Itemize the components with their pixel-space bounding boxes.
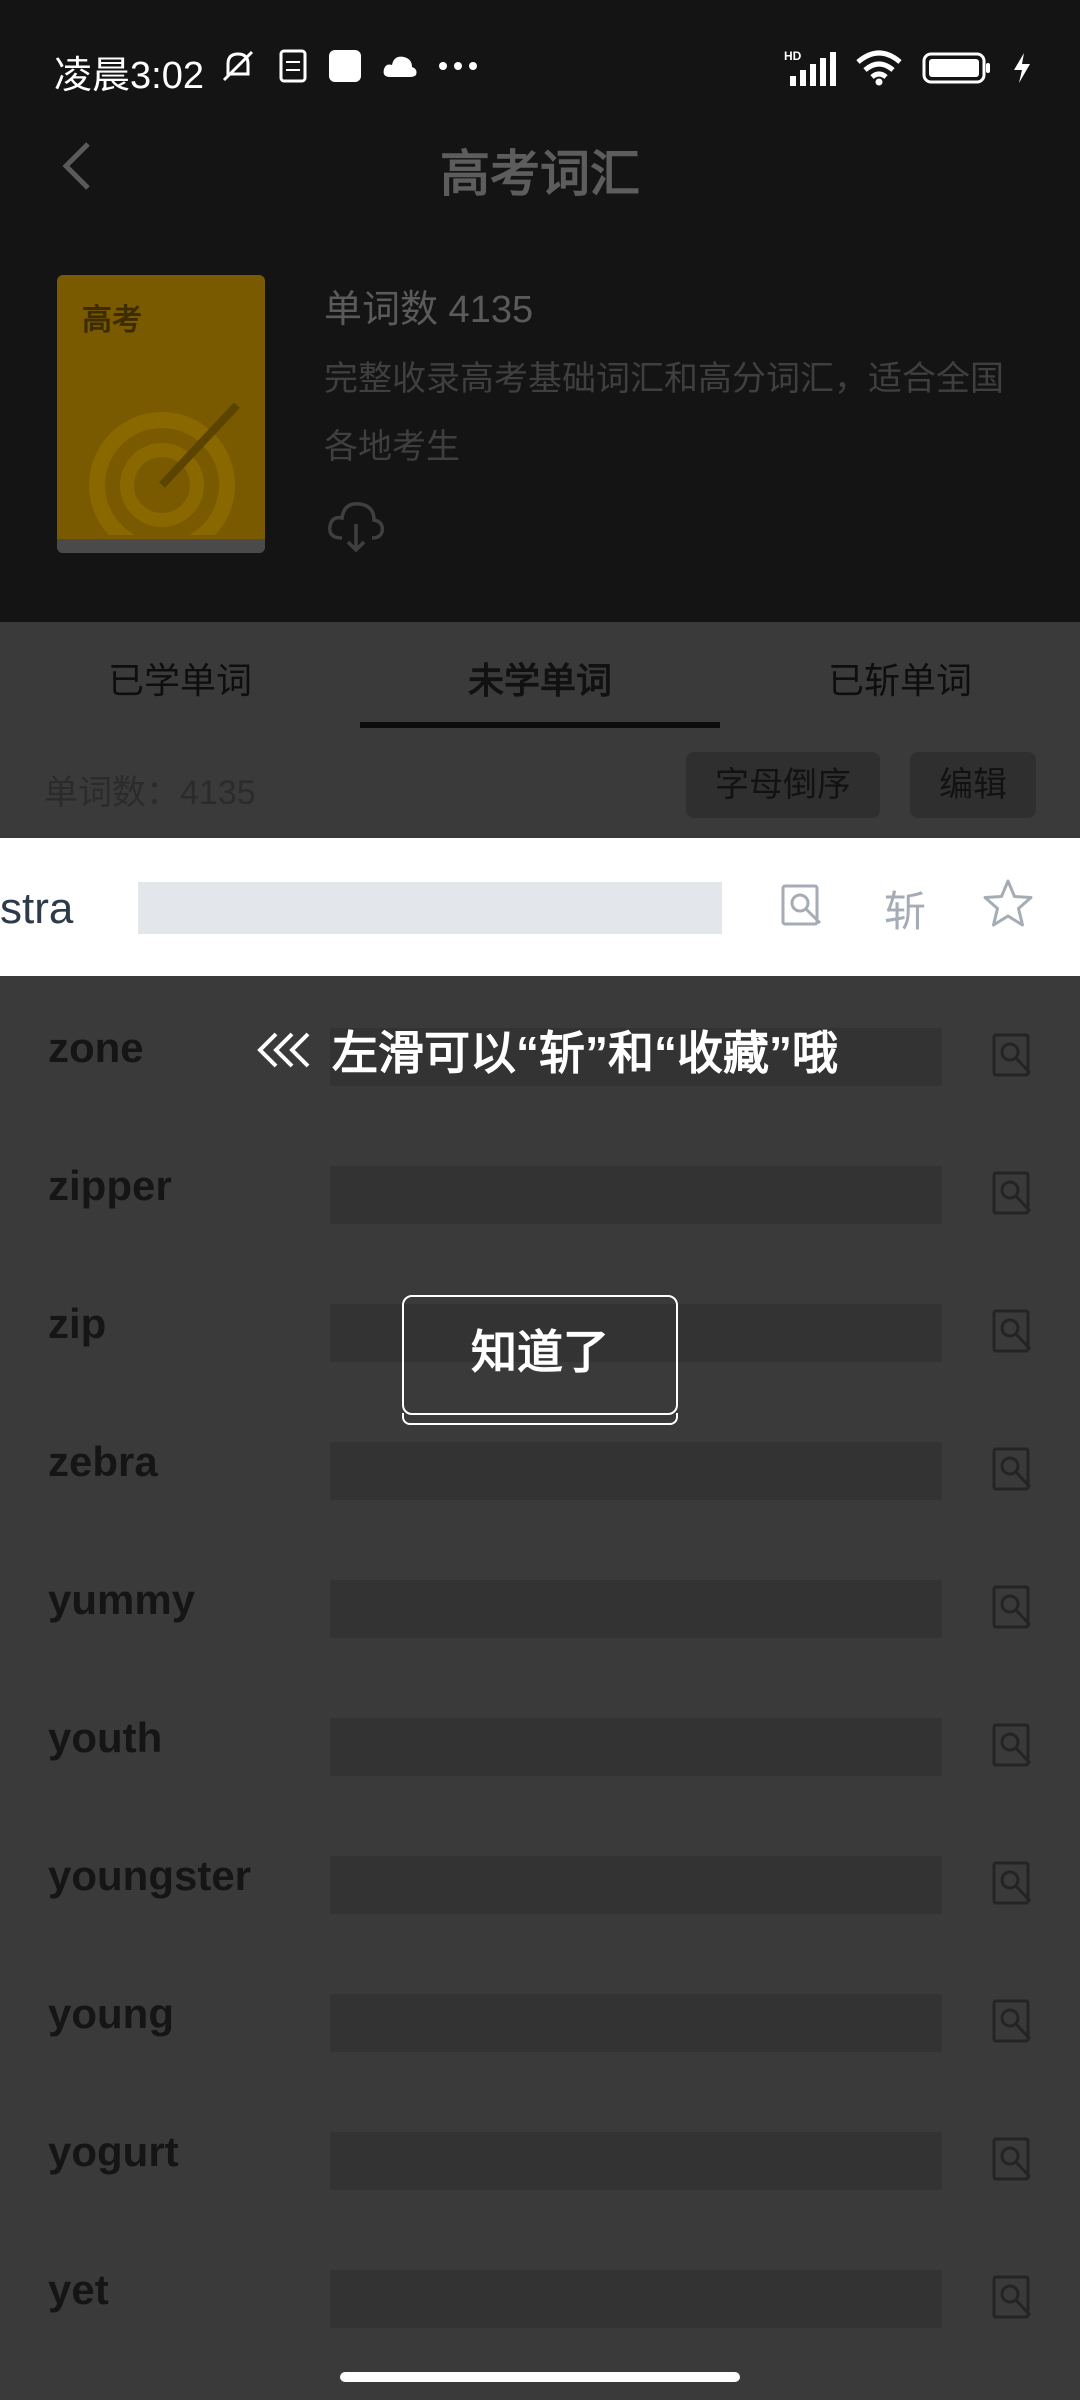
word-text: yummy [48, 1576, 196, 1623]
swipe-left-arrows-icon [257, 1032, 310, 1068]
status-icons-left [218, 44, 478, 88]
book-cover-label: 高考 [82, 304, 142, 337]
meaning-placeholder [330, 2132, 942, 2190]
meaning-placeholder [330, 1718, 942, 1776]
meaning-placeholder [330, 1994, 942, 2052]
search-icon[interactable] [780, 883, 824, 927]
status-icons-right: HD [784, 46, 1032, 90]
status-bar: 凌晨3:02 HD [0, 0, 1080, 130]
meaning-placeholder [330, 2270, 942, 2328]
search-icon[interactable] [992, 1033, 1032, 1077]
tab-learned[interactable]: 已学单词 [0, 652, 360, 704]
word-text: youngster [48, 1852, 252, 1899]
search-icon[interactable] [992, 1447, 1032, 1491]
word-row[interactable]: yummy [0, 1534, 1080, 1672]
cloud-icon [383, 56, 417, 77]
word-row[interactable]: youngster [0, 1810, 1080, 1948]
search-icon[interactable] [992, 1171, 1032, 1215]
word-row[interactable]: young [0, 1948, 1080, 2086]
tab-unlearned[interactable]: 未学单词 [360, 652, 720, 704]
square-icon [329, 50, 361, 82]
meaning-placeholder [138, 882, 722, 934]
tab-active-underline [360, 722, 720, 728]
book-header: 凌晨3:02 HD 高考词汇 高考 单词数 4135 完整收录高考基础词汇和高分… [0, 0, 1080, 622]
svg-text:HD: HD [784, 49, 802, 63]
signal-hd-icon: HD [784, 49, 836, 86]
star-icon[interactable] [982, 878, 1034, 930]
book-cover: 高考 [57, 275, 265, 553]
page-title: 高考词汇 [440, 146, 640, 202]
highlighted-word-row[interactable]: stra 斩 [0, 838, 1080, 976]
book-word-count: 单词数 4135 [324, 289, 534, 331]
list-word-count: 单词数：4135 [44, 774, 256, 812]
got-it-button[interactable]: 知道了 [402, 1295, 678, 1425]
book-description: 完整收录高考基础词汇和高分词汇，适合全国各地考生 [324, 360, 1004, 466]
book-cover-stripe [57, 539, 265, 553]
word-text: yet [48, 2266, 109, 2313]
search-icon[interactable] [992, 1999, 1032, 2043]
wifi-icon [856, 50, 902, 86]
sort-reverse-button[interactable]: 字母倒序 [686, 752, 880, 818]
status-time: 凌晨3:02 [54, 55, 204, 97]
more-dots-icon [439, 62, 477, 70]
word-text: zebra [48, 1438, 158, 1485]
word-row[interactable]: zipper [0, 1120, 1080, 1258]
cloud-download-icon[interactable] [326, 498, 386, 554]
word-text: youth [48, 1714, 163, 1761]
search-icon[interactable] [992, 1723, 1032, 1767]
search-icon[interactable] [992, 1309, 1032, 1353]
search-icon[interactable] [992, 1861, 1032, 1905]
edit-button[interactable]: 编辑 [910, 752, 1036, 818]
word-tabs: 已学单词 未学单词 已斩单词 [0, 622, 1080, 732]
battery-icon [922, 52, 990, 84]
word-text: zipper [48, 1162, 172, 1209]
charging-icon [1014, 53, 1030, 83]
swipe-hint-text: 左滑可以“斩”和“收藏”哦 [332, 1027, 838, 1079]
cut-action-button[interactable]: 斩 [884, 878, 926, 939]
word-text: zone [48, 1024, 144, 1071]
home-indicator[interactable] [340, 2372, 740, 2382]
word-text: zip [48, 1300, 107, 1347]
search-icon[interactable] [992, 1585, 1032, 1629]
highlighted-word: stra [0, 884, 74, 933]
meaning-placeholder [330, 1580, 942, 1638]
search-icon[interactable] [992, 2137, 1032, 2181]
tab-cut[interactable]: 已斩单词 [720, 652, 1080, 704]
target-icon [89, 402, 240, 535]
word-row[interactable]: yet [0, 2224, 1080, 2362]
meaning-placeholder [330, 1166, 942, 1224]
meaning-placeholder [330, 1856, 942, 1914]
word-row[interactable]: yogurt [0, 2086, 1080, 2224]
word-row[interactable]: youth [0, 1672, 1080, 1810]
word-text: young [48, 1990, 174, 2037]
swipe-hint: 左滑可以“斩”和“收藏”哦 [256, 1020, 838, 1080]
document-icon [279, 49, 307, 83]
search-icon[interactable] [992, 2275, 1032, 2319]
mute-bell-icon [222, 50, 254, 82]
word-text: yogurt [48, 2128, 179, 2175]
meaning-placeholder [330, 1442, 942, 1500]
